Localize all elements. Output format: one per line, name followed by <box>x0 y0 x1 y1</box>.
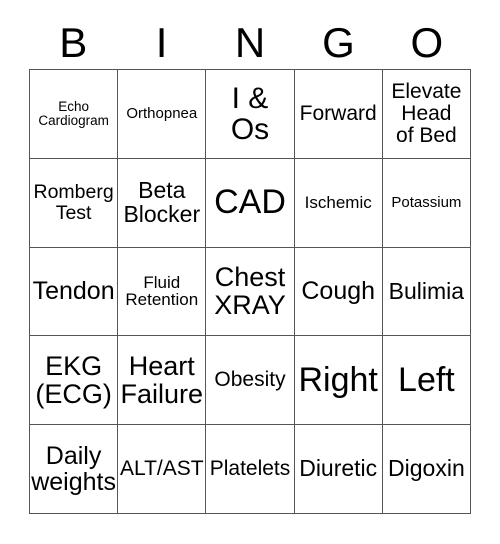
bingo-cell-i5[interactable]: ALT/AST <box>118 425 207 514</box>
bingo-cell-b5[interactable]: Daily weights <box>30 425 119 514</box>
bingo-card: B I N G O Echo Cardiogram Orthopnea I & … <box>0 0 500 544</box>
bingo-header-letter-o: O <box>410 19 444 66</box>
bingo-cell-o2[interactable]: Potassium <box>382 158 471 248</box>
bingo-cell-g1[interactable]: Forward <box>294 70 383 159</box>
bingo-cell-label: Bulimia <box>388 277 465 304</box>
bingo-cell-g3[interactable]: Cough <box>294 247 383 337</box>
bingo-cell-i3[interactable]: Fluid Retention <box>118 247 207 337</box>
bingo-cell-b3[interactable]: Tendon <box>30 247 119 337</box>
bingo-cell-label: Diuretic <box>299 455 378 482</box>
bingo-cell-n5[interactable]: Platelets <box>206 425 295 514</box>
bingo-cell-n4[interactable]: Obesity <box>206 336 295 426</box>
bingo-header-letter-n: N <box>234 19 266 66</box>
bingo-cell-label: Right <box>298 360 378 399</box>
bingo-cell-o1[interactable]: Elevate Head of Bed <box>382 70 471 159</box>
bingo-header-letter-b: B <box>59 19 88 66</box>
bingo-cell-n1[interactable]: I & Os <box>206 70 295 159</box>
bingo-cell-i2[interactable]: Beta Blocker <box>118 158 207 248</box>
bingo-cell-label: Romberg Test <box>33 181 114 224</box>
bingo-cell-g5[interactable]: Diuretic <box>294 425 383 514</box>
bingo-cell-label: ALT/AST <box>119 457 204 481</box>
bingo-header-letter-i: I <box>155 19 168 66</box>
bingo-cell-label: CAD <box>214 183 286 222</box>
bingo-cell-i1[interactable]: Orthopnea <box>118 70 207 159</box>
bingo-cell-b1[interactable]: Echo Cardiogram <box>30 70 119 159</box>
bingo-cell-label: Tendon <box>32 277 115 306</box>
bingo-cell-b4[interactable]: EKG (ECG) <box>30 336 119 426</box>
bingo-cell-label: Obesity <box>214 368 286 392</box>
bingo-header-row: B I N G O <box>29 17 471 69</box>
bingo-cell-n2[interactable]: CAD <box>206 158 295 248</box>
bingo-cell-label: Orthopnea <box>126 105 198 123</box>
bingo-grid: Echo Cardiogram Orthopnea I & Os Forward… <box>29 69 471 514</box>
bingo-cell-o4[interactable]: Left <box>382 336 471 426</box>
bingo-cell-label: Beta Blocker <box>123 176 201 227</box>
bingo-cell-o3[interactable]: Bulimia <box>382 247 471 337</box>
bingo-cell-label: Daily weights <box>31 442 116 497</box>
bingo-cell-label: I & Os <box>230 81 270 146</box>
bingo-cell-i4[interactable]: Heart Failure <box>118 336 207 426</box>
bingo-cell-label: Potassium <box>391 193 462 211</box>
bingo-cell-label: EKG (ECG) <box>35 351 112 410</box>
bingo-cell-label: Left <box>398 360 455 399</box>
bingo-cell-b2[interactable]: Romberg Test <box>30 158 119 248</box>
bingo-cell-label: Elevate Head of Bed <box>391 80 462 147</box>
bingo-header-letter-g: G <box>322 19 355 66</box>
bingo-cell-label: Platelets <box>209 457 291 481</box>
bingo-cell-label: Cough <box>301 277 376 306</box>
bingo-cell-label: Digoxin <box>388 455 465 482</box>
bingo-cell-label: Forward <box>299 101 377 125</box>
bingo-cell-o5[interactable]: Digoxin <box>382 425 471 514</box>
bingo-cell-g2[interactable]: Ischemic <box>294 158 383 248</box>
bingo-cell-n3[interactable]: Chest XRAY <box>206 247 295 337</box>
bingo-cell-label: Heart Failure <box>120 351 204 410</box>
bingo-cell-label: Echo Cardiogram <box>38 98 109 128</box>
bingo-cell-label: Fluid Retention <box>125 272 199 310</box>
bingo-cell-label: Ischemic <box>304 192 372 212</box>
bingo-cell-label: Chest XRAY <box>214 262 286 321</box>
bingo-cell-g4[interactable]: Right <box>294 336 383 426</box>
